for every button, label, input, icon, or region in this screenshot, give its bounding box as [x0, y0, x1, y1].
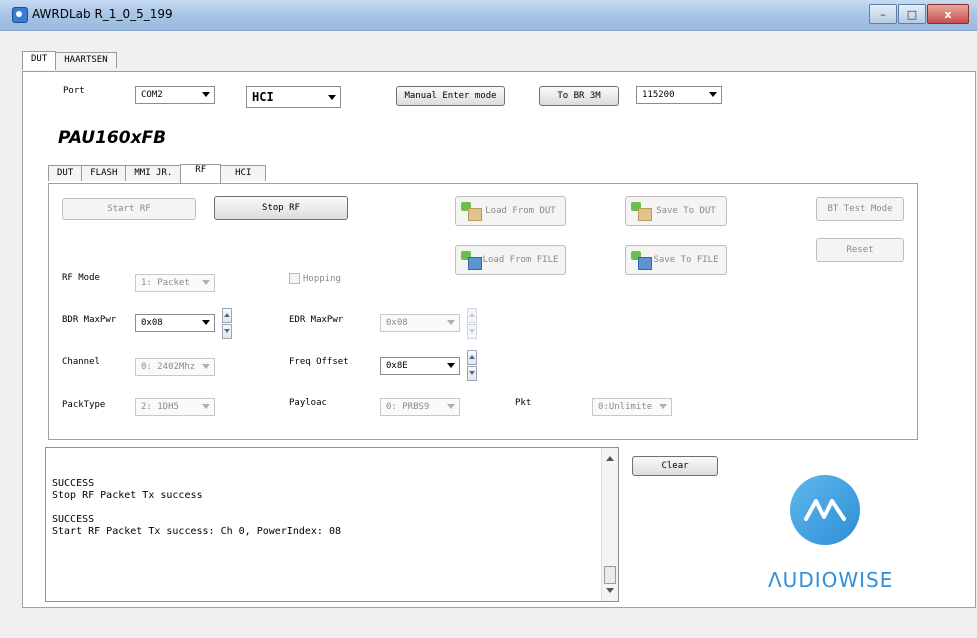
freq-offset-select[interactable]: 0x8E: [380, 357, 460, 375]
port-label: Port: [63, 86, 85, 96]
bt-test-mode-button[interactable]: BT Test Mode: [816, 197, 904, 221]
save-to-dut-button[interactable]: Save To DUT: [625, 196, 727, 226]
chevron-down-icon: [447, 404, 455, 409]
edr-maxpwr-value: 0x08: [386, 318, 408, 328]
maximize-button[interactable]: □: [898, 4, 926, 24]
minimize-button[interactable]: –: [869, 4, 897, 24]
chevron-down-icon: [447, 320, 455, 325]
freq-offset-spinner[interactable]: [467, 350, 477, 382]
bdr-maxpwr-spinner[interactable]: [222, 308, 232, 340]
clear-button[interactable]: Clear: [632, 456, 718, 476]
save-to-file-button[interactable]: Save To FILE: [625, 245, 727, 275]
baud-select[interactable]: 115200: [636, 86, 722, 104]
mode-select[interactable]: HCI: [246, 86, 341, 108]
save-file-icon: [631, 251, 652, 270]
port-value: COM2: [141, 90, 163, 100]
outer-tab-bar: DUT HAARTSEN: [22, 51, 117, 71]
rf-mode-label: RF Mode: [62, 273, 100, 283]
chevron-down-icon: [202, 404, 210, 409]
freq-offset-value: 0x8E: [386, 361, 408, 371]
tab-flash[interactable]: FLASH: [81, 165, 127, 181]
channel-value: 0: 2402Mhz: [141, 362, 196, 372]
pkt-value: 0:Unlimite: [598, 402, 653, 412]
stop-rf-button[interactable]: Stop RF: [214, 196, 348, 220]
edr-maxpwr-spinner[interactable]: [467, 308, 477, 340]
device-model: PAU160xFB: [58, 128, 167, 148]
tab-mmi-jr[interactable]: MMI JR.: [125, 165, 182, 181]
tab-dut[interactable]: DUT: [22, 51, 57, 70]
load-from-file-button[interactable]: Load From FILE: [455, 245, 566, 275]
packtype-value: 2: 1DH5: [141, 402, 179, 412]
tab-rf[interactable]: RF: [180, 164, 222, 183]
channel-select[interactable]: 0: 2402Mhz: [135, 358, 215, 376]
save-to-file-label: Save To FILE: [653, 255, 719, 265]
save-to-dut-label: Save To DUT: [656, 206, 716, 216]
audiowise-logo-text: ΛUDIOWISE: [768, 568, 894, 592]
rf-mode-value: 1: Packet: [141, 278, 190, 288]
load-file-icon: [461, 251, 482, 270]
packtype-label: PackType: [62, 400, 106, 410]
bdr-maxpwr-value: 0x08: [141, 318, 163, 328]
payload-select[interactable]: 0: PRBS9: [380, 398, 460, 416]
mode-value: HCI: [252, 90, 274, 104]
edr-maxpwr-label: EDR MaxPwr: [289, 315, 344, 325]
app-icon: [12, 7, 28, 23]
pkt-select[interactable]: 0:Unlimite: [592, 398, 672, 416]
bdr-maxpwr-select[interactable]: 0x08: [135, 314, 215, 332]
pkt-label: Pkt: [515, 398, 532, 408]
chevron-down-icon: [659, 404, 667, 409]
log-scrollbar[interactable]: [601, 448, 618, 601]
tab-inner-dut[interactable]: DUT: [48, 165, 83, 181]
save-icon: [631, 202, 652, 221]
scroll-down-icon[interactable]: [606, 588, 614, 593]
to-br-3m-button[interactable]: To BR 3M: [539, 86, 619, 106]
load-from-dut-button[interactable]: Load From DUT: [455, 196, 566, 226]
chevron-down-icon: [202, 280, 210, 285]
window-title: AWRDLab R_1_0_5_199: [32, 7, 173, 21]
scroll-up-icon[interactable]: [606, 456, 614, 461]
load-from-dut-label: Load From DUT: [485, 206, 556, 216]
load-from-file-label: Load From FILE: [482, 255, 559, 265]
bdr-maxpwr-label: BDR MaxPwr: [62, 315, 117, 325]
log-output[interactable]: SUCCESS Stop RF Packet Tx success SUCCES…: [45, 447, 619, 602]
hopping-checkbox[interactable]: [289, 273, 300, 284]
channel-label: Channel: [62, 357, 100, 367]
chevron-down-icon: [709, 92, 717, 97]
manual-enter-mode-button[interactable]: Manual Enter mode: [396, 86, 505, 106]
chevron-down-icon: [202, 320, 210, 325]
chevron-down-icon: [202, 92, 210, 97]
chevron-down-icon: [328, 95, 336, 100]
load-icon: [461, 202, 482, 221]
start-rf-button[interactable]: Start RF: [62, 198, 196, 220]
payload-value: 0: PRBS9: [386, 402, 430, 412]
log-text: SUCCESS Stop RF Packet Tx success SUCCES…: [52, 478, 341, 537]
hopping-label: Hopping: [303, 274, 341, 284]
edr-maxpwr-select[interactable]: 0x08: [380, 314, 460, 332]
chevron-down-icon: [202, 364, 210, 369]
window-controls: – □ x: [868, 4, 969, 24]
freq-offset-label: Freq Offset: [289, 357, 349, 367]
reset-button[interactable]: Reset: [816, 238, 904, 262]
payload-label: Payloac: [289, 398, 327, 408]
baud-value: 115200: [642, 90, 675, 100]
close-button[interactable]: x: [927, 4, 969, 24]
title-bar: AWRDLab R_1_0_5_199 – □ x: [0, 0, 977, 31]
packtype-select[interactable]: 2: 1DH5: [135, 398, 215, 416]
scroll-thumb[interactable]: [604, 566, 616, 584]
tab-haartsen[interactable]: HAARTSEN: [55, 52, 117, 68]
rf-mode-select[interactable]: 1: Packet: [135, 274, 215, 292]
audiowise-logo-icon: [790, 475, 860, 545]
inner-tab-bar: DUT FLASH MMI JR. RF HCI: [48, 164, 267, 184]
chevron-down-icon: [447, 363, 455, 368]
tab-hci[interactable]: HCI: [220, 165, 267, 181]
port-select[interactable]: COM2: [135, 86, 215, 104]
